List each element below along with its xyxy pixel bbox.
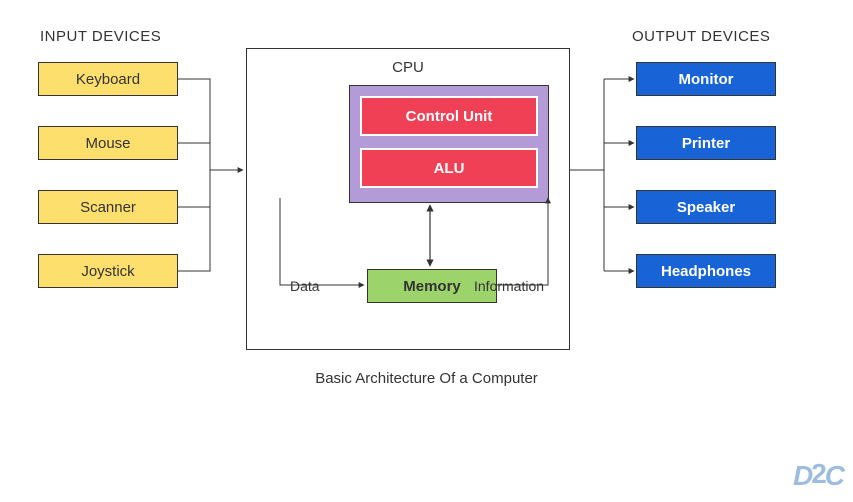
input-device-mouse: Mouse [38,126,178,160]
cpu-title: CPU [392,59,424,76]
output-device-headphones: Headphones [636,254,776,288]
d2c-logo: D2C [793,460,843,492]
output-device-printer: Printer [636,126,776,160]
control-unit-box: Control Unit [360,96,538,136]
processing-unit-box: CPU Control Unit ALU Memory [246,48,570,350]
input-device-joystick: Joystick [38,254,178,288]
output-devices-title: OUTPUT DEVICES [632,28,770,45]
diagram-caption: Basic Architecture Of a Computer [315,370,538,387]
input-device-scanner: Scanner [38,190,178,224]
output-device-monitor: Monitor [636,62,776,96]
data-label: Data [290,278,320,294]
input-device-keyboard: Keyboard [38,62,178,96]
alu-box: ALU [360,148,538,188]
output-device-speaker: Speaker [636,190,776,224]
input-devices-title: INPUT DEVICES [40,28,161,45]
cpu-outer: Control Unit ALU [349,85,549,203]
information-label: Information [474,278,544,294]
